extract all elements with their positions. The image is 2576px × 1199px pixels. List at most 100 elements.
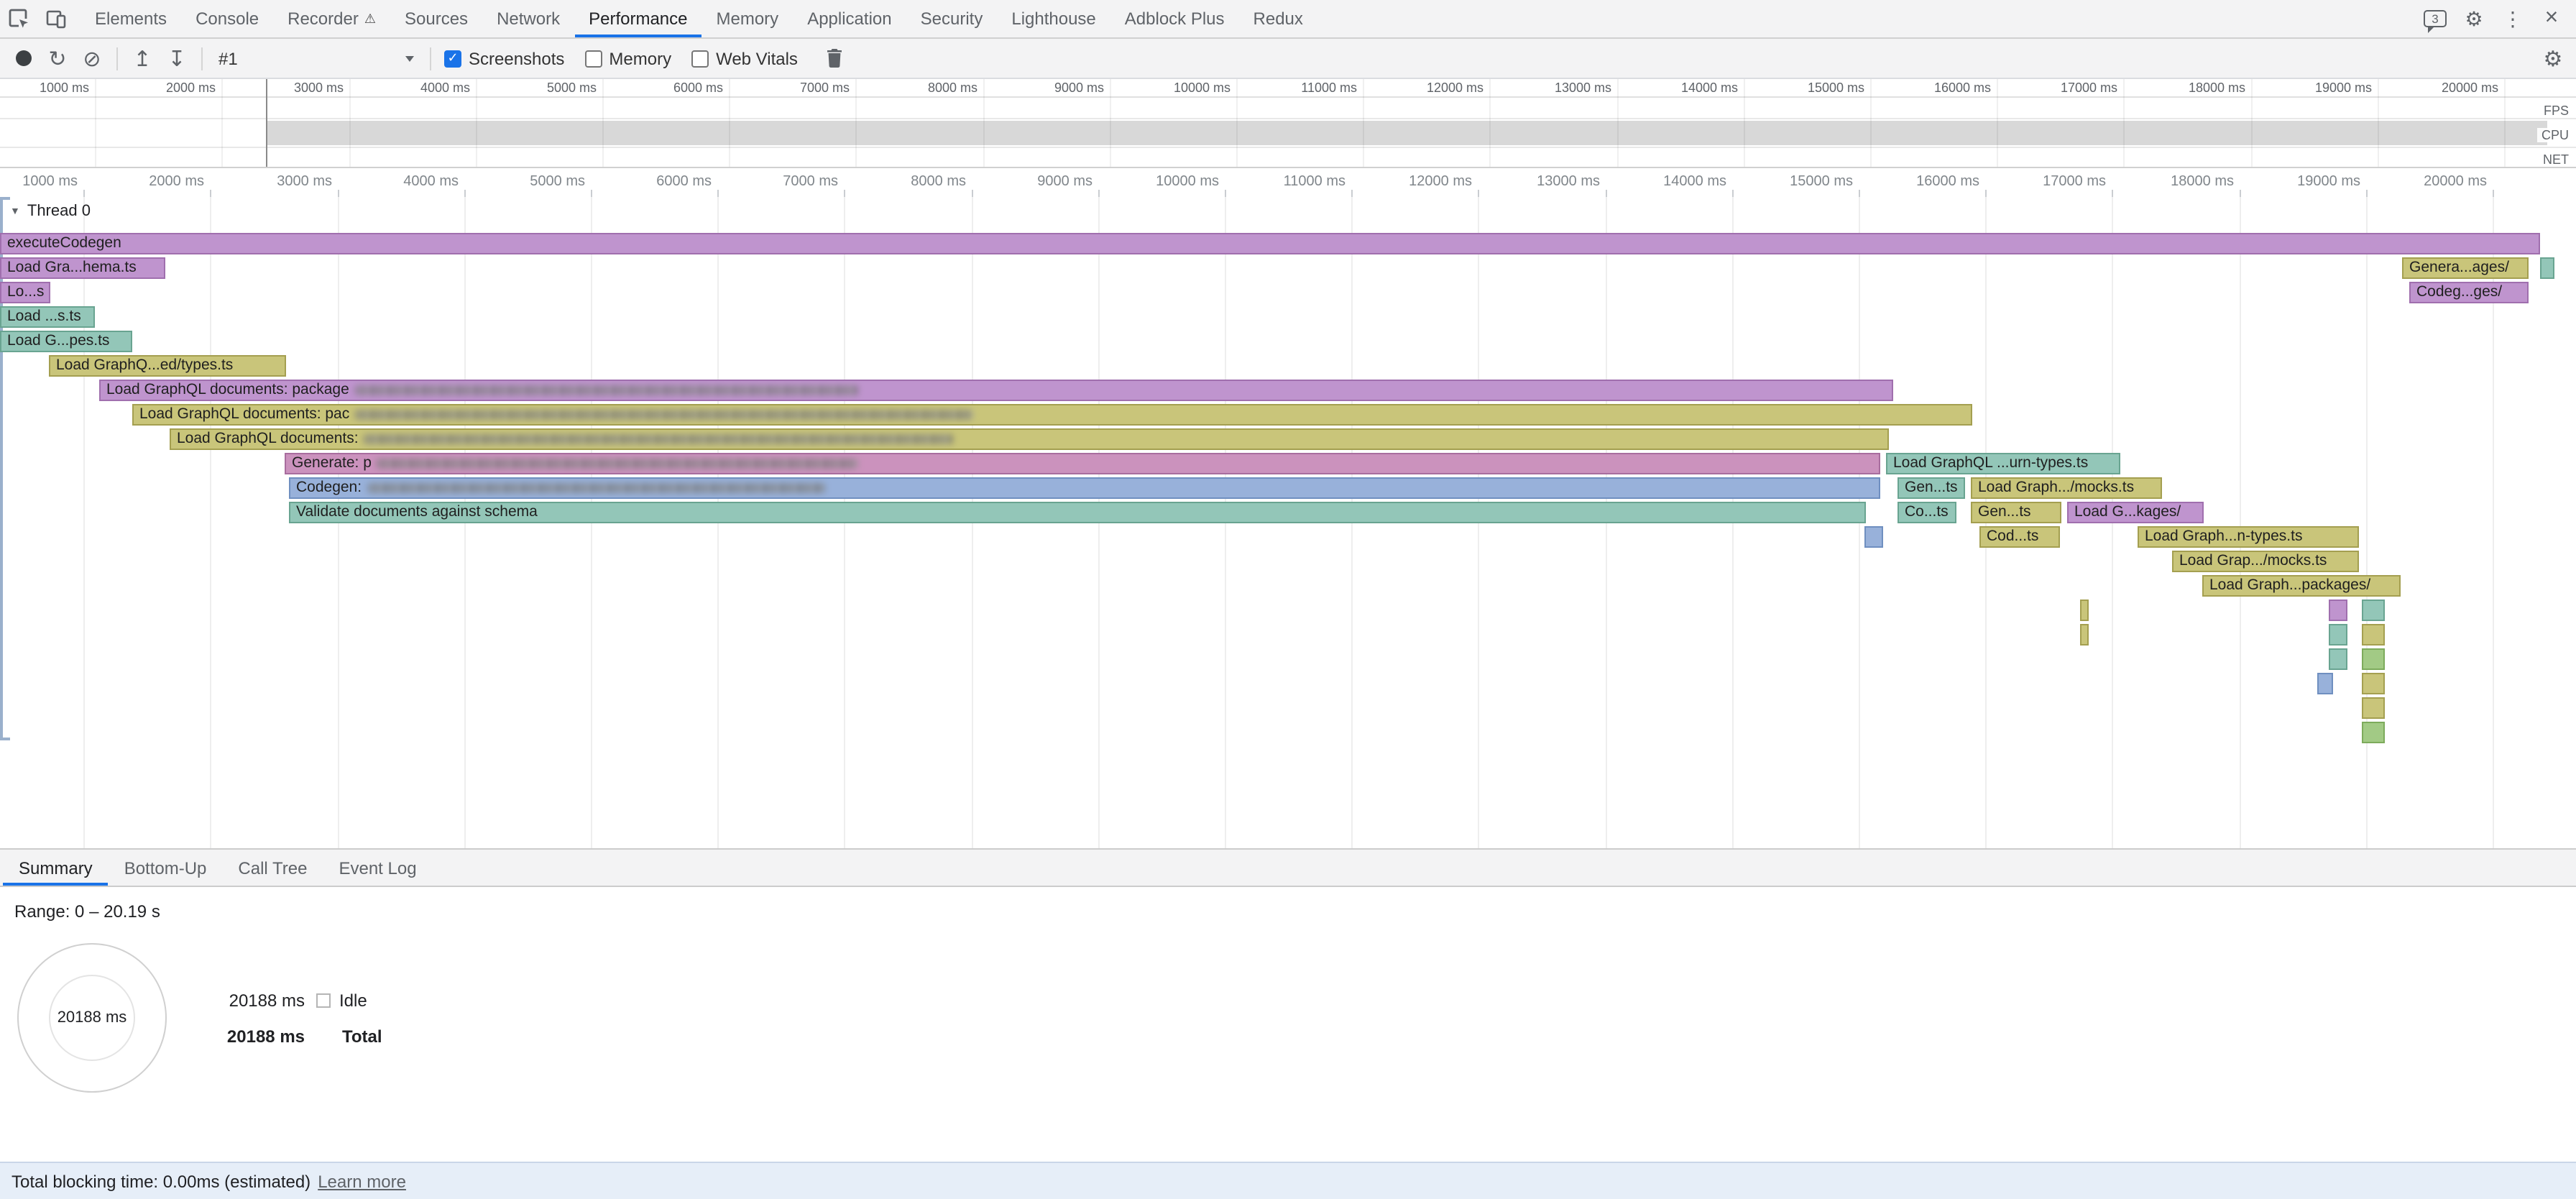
warning-icon: ⚠ (364, 11, 376, 27)
flame-bar[interactable]: Load Graph...n-types.ts (2138, 526, 2359, 548)
timeline-overview[interactable]: 1000 ms2000 ms3000 ms4000 ms5000 ms6000 … (0, 79, 2576, 168)
tab-summary[interactable]: Summary (3, 850, 109, 886)
save-profile-button[interactable]: ↧ (160, 41, 194, 75)
tick-mark (2240, 190, 2241, 197)
tick-label: 6000 ms (611, 174, 712, 190)
flame-bar[interactable]: Cod...ts (1979, 526, 2060, 548)
tick-label: 6000 ms (628, 81, 723, 95)
checkbox-box[interactable]: ✓ (444, 50, 461, 67)
devtools-window: ElementsConsole Recorder ⚠ Sources Network Pe… (0, 0, 2576, 1199)
flame-bar-label: Load G...kages/ (2074, 503, 2181, 522)
flame-bar[interactable]: Load Grap.../mocks.ts (2172, 551, 2359, 572)
settings-gear-icon[interactable]: ⚙ (2455, 0, 2493, 37)
tick-label: 12000 ms (1371, 174, 1472, 190)
tab-event-log[interactable]: Event Log (323, 850, 432, 886)
gridline (2123, 79, 2125, 168)
checkbox-box[interactable] (584, 50, 602, 67)
flame-bar[interactable] (2329, 648, 2347, 670)
learn-more-link[interactable]: Learn more (318, 1171, 406, 1191)
lane-label-fps: FPS (2539, 104, 2573, 118)
clear-recording-button[interactable]: ⊘ (75, 41, 109, 75)
tab-sources[interactable]: Sources (390, 0, 482, 37)
flame-bar[interactable] (2362, 673, 2385, 694)
gridline (1489, 79, 1491, 168)
tab-label: Network (497, 9, 560, 29)
flame-bar[interactable]: Co...ts (1898, 502, 1956, 523)
flame-bar[interactable]: Load GraphQ...ed/types.ts (49, 355, 286, 377)
flame-bar[interactable]: executeCodegen (0, 233, 2540, 254)
flame-bar-label: Load GraphQL ...urn-types.ts (1893, 454, 2088, 473)
gridline (1744, 79, 1745, 168)
more-options-icon[interactable]: ⋮ (2494, 0, 2531, 37)
reload-and-record-button[interactable]: ↻ (40, 41, 75, 75)
flame-bar[interactable] (2362, 600, 2385, 621)
checkbox-memory[interactable]: Memory (584, 48, 671, 68)
tab-security[interactable]: Security (906, 0, 998, 37)
flame-bar[interactable]: Gen...ts (1898, 477, 1965, 499)
delete-recording-button[interactable] (818, 41, 852, 75)
checkbox-screenshots[interactable]: ✓Screenshots (444, 48, 564, 68)
tab-label: Recorder (288, 9, 359, 29)
tab-recorder[interactable]: Recorder ⚠ (273, 0, 390, 37)
flame-bar[interactable]: Load GraphQL documents: package (99, 380, 1893, 401)
flame-bar[interactable]: Genera...ages/ (2402, 257, 2529, 279)
flame-bar[interactable]: Load GraphQL documents: (170, 428, 1889, 450)
flame-bar[interactable]: Codeg...ges/ (2409, 282, 2529, 303)
tab-application[interactable]: Application (793, 0, 906, 37)
checkbox-box[interactable] (691, 50, 709, 67)
tick-label: 12000 ms (1389, 81, 1484, 95)
tick-label: 17000 ms (2023, 81, 2117, 95)
flame-bar[interactable] (2362, 722, 2385, 743)
flame-bar[interactable]: Load ...s.ts (0, 306, 95, 328)
flame-bar[interactable]: Lo...s (0, 282, 50, 303)
capture-settings-gear-icon[interactable]: ⚙ (2536, 41, 2570, 75)
flame-bar[interactable] (1864, 526, 1883, 548)
flame-bar[interactable]: Codegen: (289, 477, 1880, 499)
tab-console[interactable]: Console (181, 0, 273, 37)
tab-redux[interactable]: Redux (1239, 0, 1317, 37)
flame-bar[interactable] (2362, 624, 2385, 646)
flame-bar[interactable] (2329, 624, 2347, 646)
flame-bar[interactable] (2362, 697, 2385, 719)
history-select[interactable]: #1 (210, 42, 423, 74)
devtools-tab-bar: ElementsConsole Recorder ⚠ Sources Network Pe… (0, 0, 2576, 39)
flame-bar[interactable]: Gen...ts (1971, 502, 2061, 523)
tick-label: 7000 ms (737, 174, 838, 190)
tick-label: 3000 ms (231, 174, 332, 190)
close-devtools-icon[interactable]: × (2533, 0, 2570, 37)
flame-bar[interactable]: Load G...kages/ (2067, 502, 2204, 523)
flame-bar[interactable]: Load Graph...packages/ (2202, 575, 2401, 597)
tab-bottom-up[interactable]: Bottom-Up (109, 850, 223, 886)
flame-bar[interactable] (2317, 673, 2333, 694)
flame-bar[interactable]: Load G...pes.ts (0, 331, 132, 352)
tab-memory[interactable]: Memory (702, 0, 794, 37)
flame-chart[interactable]: ▼ Thread 0 executeCodegen Load Gra...hema… (0, 197, 2576, 848)
tab-adblock-plus[interactable]: Adblock Plus (1110, 0, 1239, 37)
tab-lighthouse[interactable]: Lighthouse (997, 0, 1110, 37)
device-toolbar-icon[interactable] (37, 0, 75, 37)
flame-bar[interactable]: Load GraphQL documents: pac (132, 404, 1972, 426)
tab-call-tree[interactable]: Call Tree (222, 850, 323, 886)
flame-bar[interactable] (2080, 624, 2089, 646)
gridline (729, 79, 730, 168)
thread-track-header[interactable]: ▼ Thread 0 (10, 203, 91, 220)
tick-label: 2000 ms (121, 81, 216, 95)
flame-bar[interactable] (2329, 600, 2347, 621)
flame-bar[interactable] (2362, 648, 2385, 670)
tab-elements[interactable]: Elements (80, 0, 181, 37)
inspect-element-icon[interactable] (0, 0, 37, 37)
flame-bar[interactable] (2540, 257, 2554, 279)
console-messages-badge[interactable]: 3 (2416, 0, 2454, 37)
flame-bar[interactable]: Load Gra...hema.ts (0, 257, 165, 279)
flame-bar-label: Gen...ts (1905, 479, 1958, 497)
flame-bar[interactable]: Validate documents against schema (289, 502, 1866, 523)
load-profile-button[interactable]: ↥ (125, 41, 160, 75)
tab-performance[interactable]: Performance (574, 0, 702, 37)
tab-network[interactable]: Network (482, 0, 574, 37)
flame-bar[interactable]: Generate: p (285, 453, 1880, 474)
flame-bar[interactable]: Load GraphQL ...urn-types.ts (1886, 453, 2120, 474)
record-button[interactable] (6, 41, 40, 75)
flame-bar[interactable]: Load Graph.../mocks.ts (1971, 477, 2162, 499)
checkbox-web-vitals[interactable]: Web Vitals (691, 48, 798, 68)
flame-bar[interactable] (2080, 600, 2089, 621)
